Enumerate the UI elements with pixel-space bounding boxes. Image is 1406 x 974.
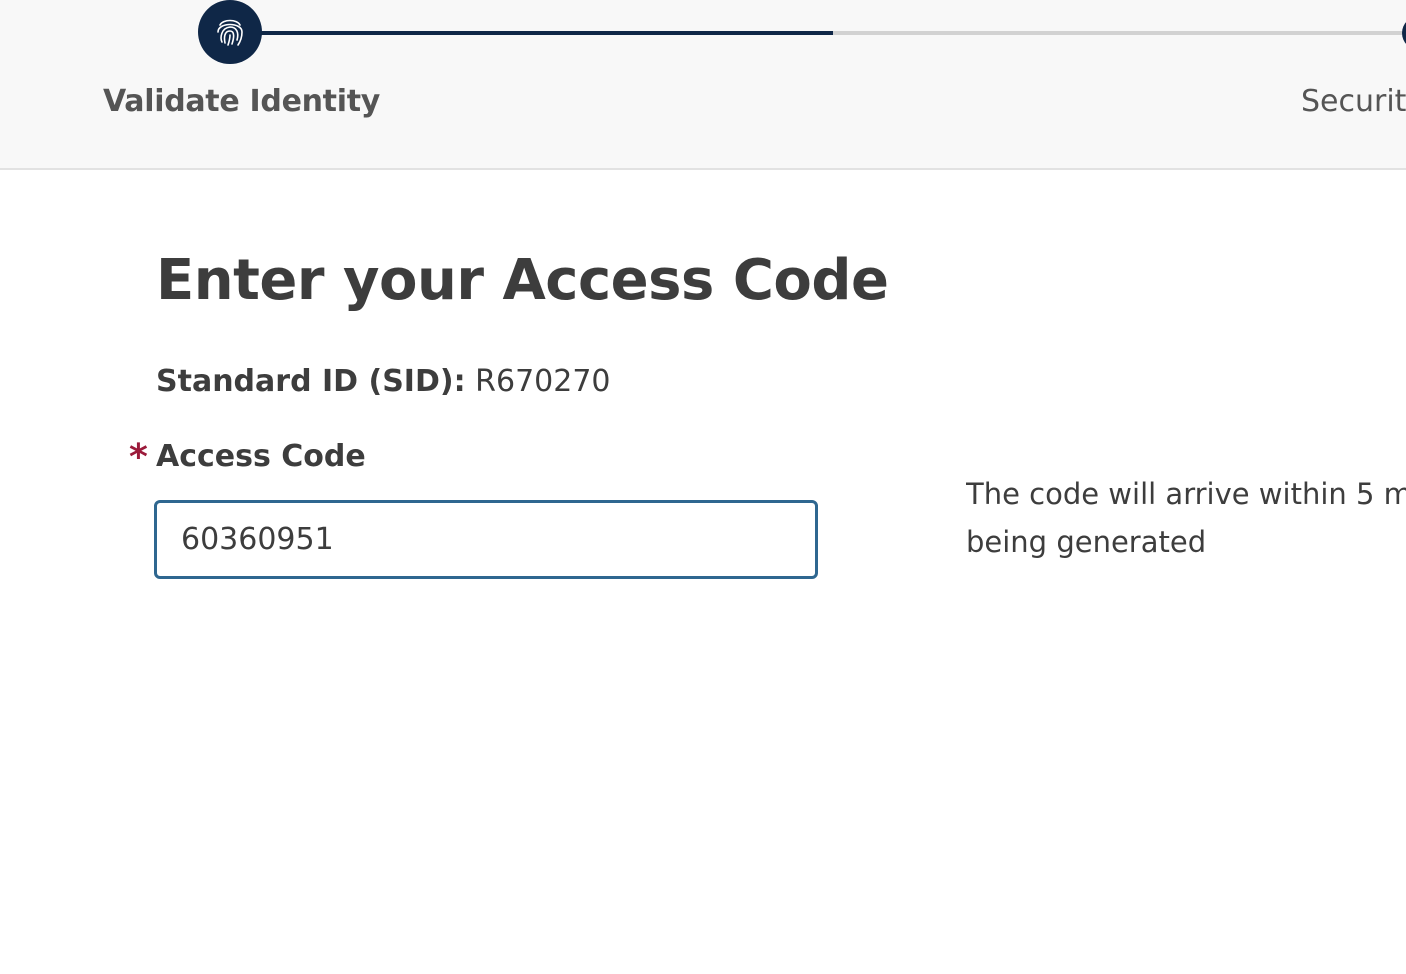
- sid-value: R670270: [475, 364, 611, 399]
- step-validate-identity-label: Validate Identity: [103, 84, 380, 119]
- fingerprint-icon: [217, 19, 243, 46]
- hint-line-2: being generated: [966, 525, 1207, 559]
- access-code-hint: The code will arrive within 5 m being ge…: [966, 470, 1406, 566]
- sid-row: Standard ID (SID): R670270: [156, 364, 611, 399]
- step-security-label: Security: [1301, 84, 1406, 119]
- page-title: Enter your Access Code: [156, 248, 889, 313]
- access-code-input[interactable]: [154, 500, 818, 579]
- access-code-label: Access Code: [156, 439, 366, 474]
- stepper-track-completed: [230, 31, 833, 35]
- sid-label: Standard ID (SID):: [156, 364, 466, 399]
- stepper-track-remaining: [833, 31, 1406, 35]
- step-security-indicator: [1402, 16, 1406, 50]
- hint-line-1: The code will arrive within 5 m: [966, 477, 1406, 511]
- progress-stepper: Validate Identity Security: [0, 0, 1406, 170]
- required-marker: *: [129, 437, 148, 478]
- step-validate-identity-indicator: [198, 0, 262, 64]
